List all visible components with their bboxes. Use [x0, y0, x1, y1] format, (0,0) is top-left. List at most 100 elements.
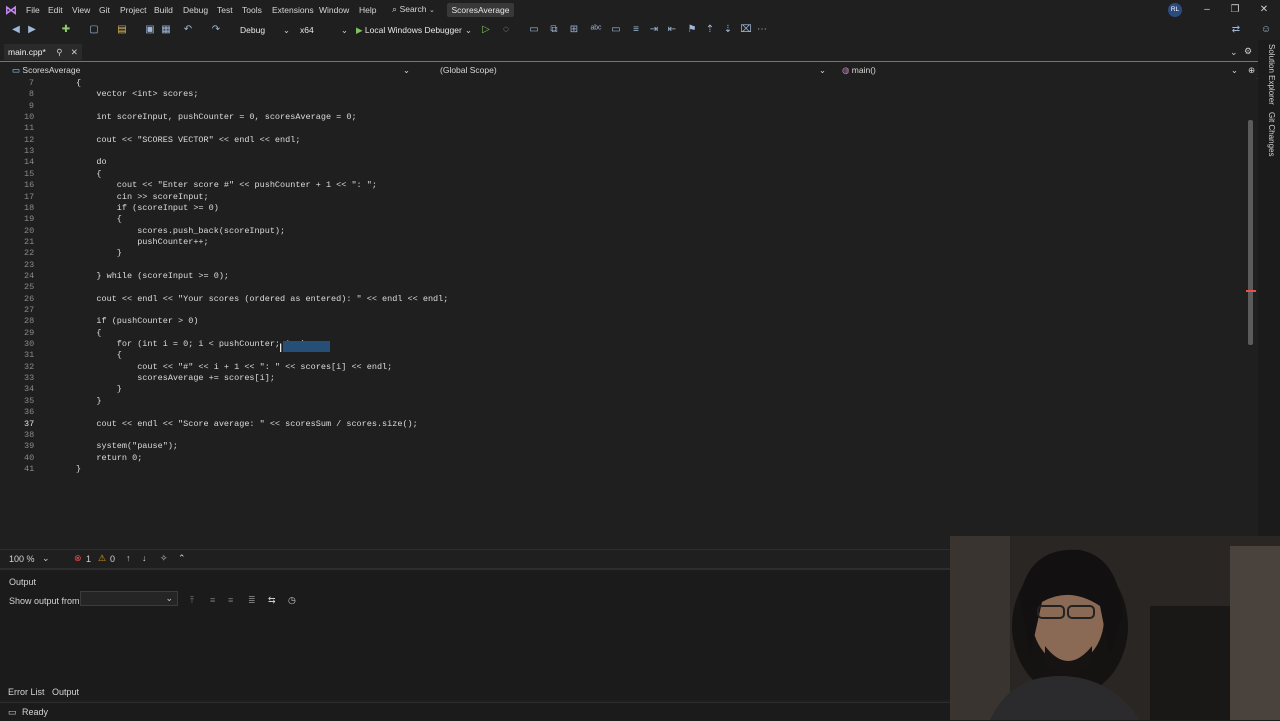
menu-help[interactable]: Help: [359, 5, 376, 15]
output-source-dropdown[interactable]: ⌄: [80, 591, 178, 606]
warning-count[interactable]: 0: [110, 554, 115, 564]
project-dropdown[interactable]: ▭ ScoresAverage ⌄: [12, 65, 412, 76]
spell-check-icon[interactable]: ᵃᵇᶜ: [590, 24, 602, 36]
menu-view[interactable]: View: [72, 5, 90, 15]
code-line[interactable]: {: [76, 328, 101, 338]
git-changes-tab[interactable]: Git Changes: [1267, 112, 1276, 156]
tab-output[interactable]: Output: [52, 687, 79, 697]
pin-icon[interactable]: ⚲: [56, 47, 62, 57]
new-project-icon[interactable]: ✚: [60, 24, 72, 36]
back-icon[interactable]: ◀: [10, 24, 22, 36]
menu-debug[interactable]: Debug: [183, 5, 208, 15]
warning-icon[interactable]: ⚠: [98, 553, 106, 564]
code-line[interactable]: {: [76, 214, 122, 224]
save-icon[interactable]: ▣: [144, 24, 156, 36]
next-bookmark-icon[interactable]: ⇣: [722, 24, 734, 36]
avatar[interactable]: RL: [1168, 3, 1182, 17]
menu-git[interactable]: Git: [99, 5, 110, 15]
menu-project[interactable]: Project: [120, 5, 146, 15]
scope-dropdown[interactable]: (Global Scope) ⌄: [440, 65, 828, 75]
clear-bookmarks-icon[interactable]: ⌧: [740, 24, 752, 36]
bookmark-icon[interactable]: ⚑: [686, 24, 698, 36]
feedback-icon[interactable]: ☺: [1260, 24, 1272, 36]
code-line[interactable]: system("pause");: [76, 441, 178, 451]
step-icon[interactable]: ⊞: [568, 24, 580, 36]
member-dropdown[interactable]: ◍ main() ⌄: [842, 65, 1240, 76]
tab-main-cpp[interactable]: main.cpp* ⚲ ✕: [4, 44, 82, 60]
code-line[interactable]: }: [76, 396, 101, 406]
prev-bookmark-icon[interactable]: ⇡: [704, 24, 716, 36]
go-to-previous-icon[interactable]: ≡: [210, 595, 215, 605]
save-all-icon[interactable]: ▦: [160, 24, 172, 36]
indent-icon[interactable]: ⇥: [648, 24, 660, 36]
code-cleanup-icon[interactable]: ✧: [160, 553, 168, 564]
clear-all-icon[interactable]: ≣: [248, 595, 256, 606]
code-line[interactable]: cout << "#" << i + 1 << ": " << scores[i…: [76, 362, 392, 372]
chevron-up-icon[interactable]: ⌃: [178, 553, 186, 564]
menu-build[interactable]: Build: [154, 5, 173, 15]
code-line[interactable]: cout << "SCORES VECTOR" << endl << endl;: [76, 135, 300, 145]
tab-error-list[interactable]: Error List: [8, 687, 45, 697]
code-line[interactable]: cout << endl << "Score average: " << sco…: [76, 419, 417, 429]
open-folder-icon[interactable]: ▤: [116, 24, 128, 36]
solution-explorer-tab[interactable]: Solution Explorer: [1267, 44, 1276, 105]
code-line[interactable]: int scoreInput, pushCounter = 0, scoresA…: [76, 112, 356, 122]
code-line[interactable]: if (pushCounter > 0): [76, 316, 198, 326]
next-issue-icon[interactable]: ↓: [142, 553, 147, 563]
code-line[interactable]: do: [76, 157, 106, 167]
outdent-icon[interactable]: ⇤: [666, 24, 678, 36]
error-count[interactable]: 1: [86, 554, 91, 564]
code-line[interactable]: scoresAverage += scores[i];: [76, 373, 275, 383]
error-icon[interactable]: ⊗: [74, 553, 82, 564]
redo-icon[interactable]: ↷: [210, 24, 222, 36]
code-line[interactable]: cin >> scoreInput;: [76, 192, 209, 202]
menu-extensions[interactable]: Extensions: [272, 5, 314, 15]
forward-icon[interactable]: ▶: [26, 24, 38, 36]
format-icon[interactable]: ≡: [630, 24, 642, 36]
find-message-icon[interactable]: ⤒: [190, 595, 194, 606]
browser-link-icon[interactable]: ⧉: [548, 24, 560, 36]
solution-platform-dropdown[interactable]: x64 ⌄: [300, 23, 350, 37]
code-line[interactable]: } while (scoreInput >= 0);: [76, 271, 229, 281]
minimize-icon[interactable]: –: [1200, 4, 1214, 16]
solution-configuration-dropdown[interactable]: Debug ⌄: [240, 23, 292, 37]
diagnostics-icon[interactable]: ▭: [528, 24, 540, 36]
scrollbar-thumb[interactable]: [1248, 120, 1253, 345]
code-editor[interactable]: 7 {8 vector <int> scores; 9 10 int scoreInp…: [0, 78, 1246, 548]
search-box[interactable]: ⌕ Search ⌄: [392, 4, 442, 16]
settings-gear-icon[interactable]: ⚙: [1244, 46, 1252, 57]
code-line[interactable]: for (int i = 0; i < pushCounter; i++): [76, 339, 306, 349]
tab-overflow-icon[interactable]: ⌄: [1230, 47, 1238, 58]
restore-icon[interactable]: ❐: [1228, 4, 1242, 16]
code-line[interactable]: return 0;: [76, 453, 142, 463]
menu-test[interactable]: Test: [217, 5, 233, 15]
code-line[interactable]: }: [76, 384, 122, 394]
code-line[interactable]: vector <int> scores;: [76, 89, 198, 99]
timestamp-icon[interactable]: ◷: [288, 595, 296, 606]
start-debugging-button[interactable]: ▶ Local Windows Debugger ⌄: [356, 23, 474, 37]
close-tab-icon[interactable]: ✕: [71, 47, 78, 57]
code-line[interactable]: scores.push_back(scoreInput);: [76, 226, 285, 236]
go-to-next-icon[interactable]: ≡: [228, 595, 233, 605]
code-line[interactable]: {: [76, 169, 101, 179]
menu-tools[interactable]: Tools: [242, 5, 262, 15]
close-icon[interactable]: ✕: [1257, 4, 1271, 16]
new-file-icon[interactable]: ▢: [88, 24, 100, 36]
code-line[interactable]: cout << "Enter score #" << pushCounter +…: [76, 180, 377, 190]
start-without-debugging-icon[interactable]: ▷: [480, 24, 492, 36]
menu-edit[interactable]: Edit: [48, 5, 63, 15]
toggle-word-wrap-icon[interactable]: ⇆: [268, 595, 276, 606]
previous-issue-icon[interactable]: ↑: [126, 553, 131, 563]
live-share-icon[interactable]: ⇄: [1230, 24, 1242, 36]
comment-icon[interactable]: ▭: [610, 24, 622, 36]
code-line[interactable]: if (scoreInput >= 0): [76, 203, 219, 213]
code-line[interactable]: {: [76, 78, 81, 88]
code-line[interactable]: {: [76, 350, 122, 360]
code-line[interactable]: pushCounter++;: [76, 237, 208, 247]
more-icon[interactable]: ⋯: [756, 24, 768, 36]
code-line[interactable]: }: [76, 464, 81, 474]
zoom-level[interactable]: 100 %: [9, 554, 35, 564]
visual-studio-logo-icon[interactable]: ⋈: [4, 3, 18, 17]
chevron-down-icon[interactable]: ⌄: [42, 553, 50, 564]
code-line[interactable]: cout << endl << "Your scores (ordered as…: [76, 294, 448, 304]
